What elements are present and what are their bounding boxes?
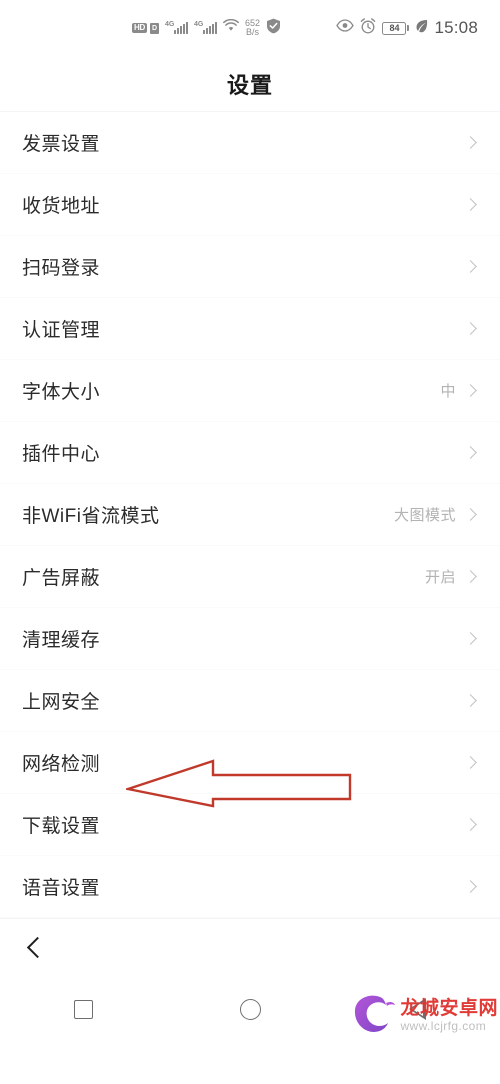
shield-check-icon xyxy=(266,18,281,39)
network-speed-unit: B/s xyxy=(246,27,260,37)
volte-icon: D xyxy=(149,22,160,34)
setting-row-scan-login[interactable]: 扫码登录 xyxy=(0,236,500,298)
setting-row-download-settings[interactable]: 下载设置 xyxy=(0,794,500,856)
signal-sim1-icon: 4G xyxy=(165,21,189,34)
hd-icon: HD xyxy=(132,23,147,33)
setting-label: 网络检测 xyxy=(22,754,101,775)
battery-icon: 84 xyxy=(382,21,410,35)
battery-level-label: 84 xyxy=(382,21,407,35)
chevron-right-icon xyxy=(464,384,477,397)
setting-row-non-wifi-data-saver[interactable]: 非WiFi省流模式 大图模式 xyxy=(0,484,500,546)
chevron-right-icon xyxy=(464,694,477,707)
setting-row-shipping-address[interactable]: 收货地址 xyxy=(0,174,500,236)
setting-label: 字体大小 xyxy=(22,382,101,403)
setting-label: 插件中心 xyxy=(22,444,101,465)
setting-label: 广告屏蔽 xyxy=(22,568,101,589)
setting-row-plugin-center[interactable]: 插件中心 xyxy=(0,422,500,484)
square-recents-icon[interactable] xyxy=(73,999,93,1019)
status-bar: HD D 4G 4G 652 B/s 84 15:08 xyxy=(0,0,500,56)
network-speed-indicator: 652 B/s xyxy=(245,18,260,38)
chevron-right-icon xyxy=(464,756,477,769)
page-title: 设置 xyxy=(226,72,273,98)
site-watermark: 龙城安卓网 www.lcjrfg.com xyxy=(350,991,498,1040)
chevron-right-icon xyxy=(464,198,477,211)
setting-label: 扫码登录 xyxy=(22,258,101,279)
setting-row-certificate-management[interactable]: 认证管理 xyxy=(0,298,500,360)
setting-row-network-detection[interactable]: 网络检测 xyxy=(0,732,500,794)
setting-row-voice-settings[interactable]: 语音设置 xyxy=(0,856,500,918)
watermark-text: 龙城安卓网 www.lcjrfg.com xyxy=(400,999,498,1032)
chevron-right-icon xyxy=(464,818,477,831)
chevron-right-icon xyxy=(464,570,477,583)
sim1-network-type: 4G xyxy=(165,21,175,28)
chevron-right-icon xyxy=(464,632,477,645)
chevron-right-icon xyxy=(464,136,477,149)
chevron-right-icon xyxy=(464,322,477,335)
setting-row-font-size[interactable]: 字体大小 中 xyxy=(0,360,500,422)
setting-label: 发票设置 xyxy=(22,134,101,155)
sim2-network-type: 4G xyxy=(194,21,204,28)
chevron-right-icon xyxy=(464,508,477,521)
setting-value: 中 xyxy=(440,383,456,400)
setting-label: 清理缓存 xyxy=(22,630,101,651)
setting-label: 语音设置 xyxy=(22,878,101,899)
setting-row-ad-block[interactable]: 广告屏蔽 开启 xyxy=(0,546,500,608)
leaf-icon xyxy=(415,19,428,38)
app-header: 设置 xyxy=(0,56,500,112)
chevron-right-icon xyxy=(464,880,477,893)
setting-row-invoice[interactable]: 发票设置 xyxy=(0,112,500,174)
signal-sim2-icon: 4G xyxy=(194,21,218,34)
setting-label: 上网安全 xyxy=(22,692,101,713)
setting-label: 下载设置 xyxy=(22,816,101,837)
settings-list: 发票设置 收货地址 扫码登录 认证管理 字体大小 中 插件中心 非WiFi省流模… xyxy=(0,112,500,918)
chevron-left-icon[interactable] xyxy=(26,936,49,959)
setting-row-clear-cache[interactable]: 清理缓存 xyxy=(0,608,500,670)
setting-label: 非WiFi省流模式 xyxy=(22,506,160,527)
chevron-right-icon xyxy=(464,260,477,273)
app-back-bar xyxy=(0,918,500,976)
setting-value: 大图模式 xyxy=(393,507,456,524)
watermark-site-name: 龙城安卓网 xyxy=(400,998,498,1019)
alarm-clock-icon xyxy=(360,17,376,39)
chevron-right-icon xyxy=(464,446,477,459)
status-bar-clock: 15:08 xyxy=(434,18,478,37)
status-bar-right: 84 15:08 xyxy=(336,17,478,39)
setting-label: 收货地址 xyxy=(22,196,101,217)
battery-cap xyxy=(407,25,410,31)
android-nav-bar: 龙城安卓网 www.lcjrfg.com xyxy=(0,976,500,1042)
wifi-icon xyxy=(223,18,239,37)
setting-row-browsing-security[interactable]: 上网安全 xyxy=(0,670,500,732)
watermark-site-url: www.lcjrfg.com xyxy=(400,1019,487,1033)
status-bar-left: HD D 4G 4G 652 B/s xyxy=(132,18,281,39)
setting-label: 认证管理 xyxy=(22,320,101,341)
circle-home-icon[interactable] xyxy=(240,998,262,1020)
dragon-c-logo-icon xyxy=(350,991,396,1040)
eye-icon xyxy=(336,19,355,37)
setting-value: 开启 xyxy=(424,569,456,586)
